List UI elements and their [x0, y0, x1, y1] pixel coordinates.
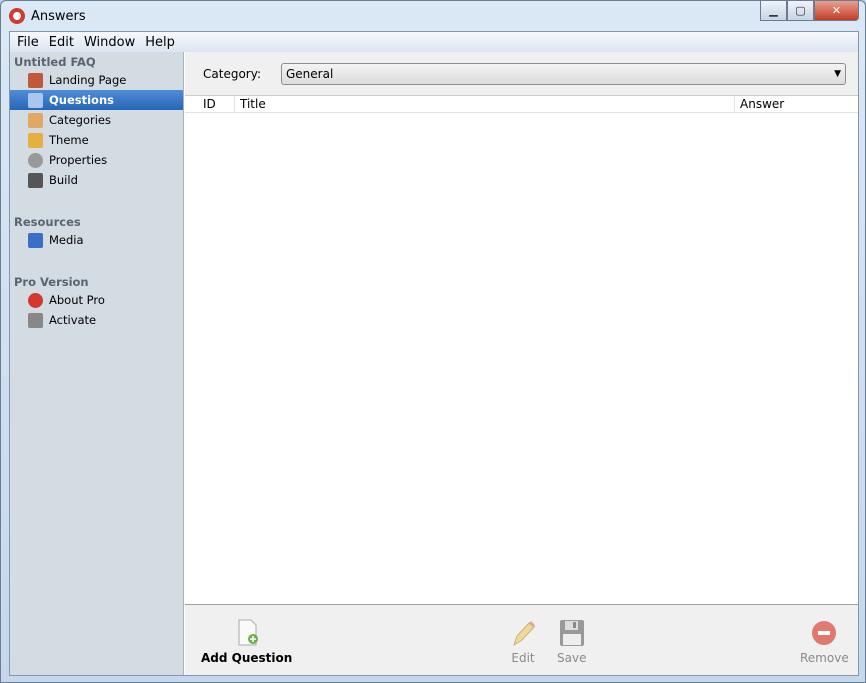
house-icon [28, 72, 43, 88]
sidebar-group-header: Untitled FAQ [14, 55, 96, 69]
sidebar-item-label: Media [49, 233, 84, 247]
column-answer[interactable]: Answer [735, 96, 858, 112]
sidebar-item-categories[interactable]: Categories [10, 110, 183, 130]
pencil-icon [513, 621, 535, 647]
sidebar-item-media[interactable]: Media [10, 230, 183, 250]
menu-bar: File Edit Window Help [10, 32, 858, 52]
sidebar: Untitled FAQ Landing Page Questions Categor… [10, 52, 184, 675]
window-title: Answers [31, 8, 86, 24]
menu-help[interactable]: Help [140, 35, 180, 50]
sidebar-item-landing-page[interactable]: Landing Page [10, 70, 183, 90]
client-area: File Edit Window Help Untitled FAQ Landin… [9, 31, 859, 676]
window-frame: Answers ▁ ▢ ✕ File Edit Window Help Unti… [0, 0, 866, 683]
sidebar-item-build[interactable]: Build [10, 170, 183, 190]
menu-window[interactable]: Window [79, 35, 140, 50]
hammer-icon [28, 172, 43, 188]
edit-label: Edit [511, 651, 535, 665]
remove-label: Remove [800, 651, 849, 665]
sidebar-item-questions[interactable]: Questions [10, 90, 183, 110]
sidebar-group-header: Pro Version [14, 275, 89, 289]
maximize-button[interactable]: ▢ [787, 1, 814, 21]
floppy-disk-icon [559, 620, 584, 646]
column-title[interactable]: Title [235, 96, 735, 112]
sidebar-item-label: Categories [49, 113, 111, 127]
sidebar-item-properties[interactable]: Properties [10, 150, 183, 170]
sidebar-item-label: Properties [49, 153, 108, 167]
gear-icon [28, 152, 43, 168]
lifebuoy-icon [9, 8, 25, 24]
table-header: ID Title Answer [185, 95, 858, 113]
sidebar-item-label: Build [49, 173, 78, 187]
box-icon [28, 112, 43, 128]
edit-button[interactable]: Edit [510, 619, 536, 665]
add-document-icon [238, 619, 258, 646]
save-label: Save [557, 651, 587, 665]
sidebar-group-header: Resources [14, 215, 81, 229]
media-icon [28, 232, 43, 248]
category-select[interactable]: General ▼ [280, 62, 846, 85]
dropdown-arrow-icon: ▼ [834, 68, 841, 79]
bottom-toolbar: Add Question Edit Save Remove [185, 604, 858, 675]
title-bar: Answers [9, 6, 86, 26]
sidebar-item-activate[interactable]: Activate [10, 310, 183, 330]
sidebar-item-theme[interactable]: Theme [10, 130, 183, 150]
sidebar-item-label: Theme [49, 133, 89, 147]
pencil-icon [28, 132, 43, 148]
close-button[interactable]: ✕ [814, 1, 859, 21]
category-label: Category: [203, 66, 261, 81]
minimize-button[interactable]: ▁ [760, 1, 787, 21]
column-id[interactable]: ID [185, 96, 235, 112]
sidebar-item-label: Landing Page [49, 73, 127, 87]
minus-circle-icon [812, 621, 837, 645]
main-panel: Category: General ▼ ID Title Answer Add … [185, 52, 858, 675]
sidebar-item-label: Activate [49, 313, 97, 327]
remove-button[interactable]: Remove [800, 619, 849, 665]
category-value: General [285, 66, 334, 81]
add-question-label: Add Question [201, 651, 293, 665]
sidebar-item-label: About Pro [49, 293, 105, 307]
add-question-button[interactable]: Add Question [201, 619, 292, 665]
lifebuoy-icon [28, 292, 43, 308]
sidebar-item-label: Questions [49, 93, 114, 107]
questions-table-body[interactable] [185, 113, 858, 603]
save-button[interactable]: Save [557, 619, 586, 665]
speech-bubble-icon [28, 92, 43, 108]
key-icon [28, 312, 43, 328]
sidebar-item-about-pro[interactable]: About Pro [10, 290, 183, 310]
menu-file[interactable]: File [12, 35, 44, 50]
menu-edit[interactable]: Edit [44, 35, 79, 50]
